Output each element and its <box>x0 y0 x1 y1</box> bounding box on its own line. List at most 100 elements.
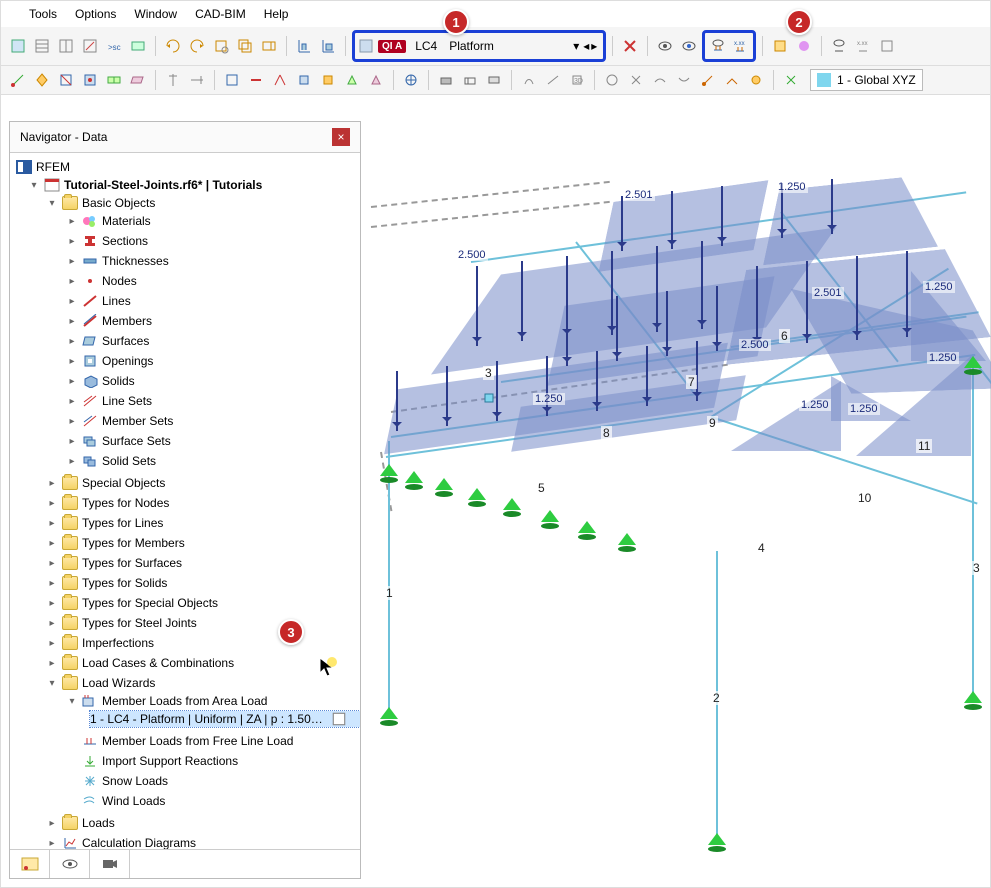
tool-btn[interactable] <box>828 35 850 57</box>
load-case-selector[interactable]: QI A LC4 Platform ▾ ◂ ▸ <box>352 30 606 62</box>
tree-item[interactable]: Member Sets <box>102 414 173 428</box>
tool-btn[interactable] <box>780 69 802 91</box>
tree-load-wizards[interactable]: Load Wizards <box>82 676 155 690</box>
tool-btn[interactable]: x.xx <box>852 35 874 57</box>
expand-icon[interactable]: ▾ <box>66 695 78 707</box>
nav-tab-camera-icon[interactable] <box>90 850 130 878</box>
tool-btn[interactable] <box>435 69 457 91</box>
tree-item[interactable]: Thicknesses <box>102 254 169 268</box>
show-load-values-icon[interactable] <box>707 35 729 57</box>
tool-btn[interactable] <box>55 69 77 91</box>
expand-icon[interactable]: ▸ <box>46 597 58 609</box>
expand-icon[interactable]: ▸ <box>46 497 58 509</box>
tree-item[interactable]: Sections <box>102 234 148 248</box>
tool-btn[interactable] <box>269 69 291 91</box>
expand-icon[interactable]: ▸ <box>66 335 78 347</box>
tree-item[interactable]: Types for Steel Joints <box>82 616 197 630</box>
tool-btn[interactable] <box>876 35 898 57</box>
expand-icon[interactable]: ▾ <box>46 197 58 209</box>
tool-btn[interactable] <box>162 35 184 57</box>
menu-cadbim[interactable]: CAD-BIM <box>195 7 246 21</box>
tree-basic-objects[interactable]: Basic Objects <box>82 196 155 210</box>
tool-btn[interactable] <box>745 69 767 91</box>
expand-icon[interactable]: ▸ <box>66 395 78 407</box>
show-load-arrows-icon[interactable]: x.xx <box>729 35 751 57</box>
expand-icon[interactable]: ▸ <box>66 295 78 307</box>
menu-tools[interactable]: Tools <box>29 7 57 21</box>
tool-btn[interactable] <box>55 35 77 57</box>
tool-btn[interactable] <box>221 69 243 91</box>
tool-btn[interactable] <box>186 35 208 57</box>
tree-item[interactable]: Types for Solids <box>82 576 167 590</box>
expand-icon[interactable]: ▸ <box>66 435 78 447</box>
edit-small-icon[interactable] <box>331 712 347 726</box>
tool-btn[interactable] <box>234 35 256 57</box>
eye-icon[interactable] <box>654 35 676 57</box>
tree-item[interactable]: Imperfections <box>82 636 154 650</box>
tree-item[interactable]: Solid Sets <box>102 454 156 468</box>
tool-btn[interactable]: 3D <box>566 69 588 91</box>
tree-item[interactable]: Surfaces <box>102 334 149 348</box>
tree-item[interactable]: Solids <box>102 374 135 388</box>
tool-btn[interactable] <box>31 69 53 91</box>
expand-icon[interactable]: ▸ <box>46 557 58 569</box>
tool-btn[interactable] <box>79 69 101 91</box>
expand-icon[interactable]: ▸ <box>46 657 58 669</box>
tool-btn[interactable] <box>210 35 232 57</box>
tree-item[interactable]: Surface Sets <box>102 434 171 448</box>
tool-btn[interactable] <box>31 35 53 57</box>
tool-btn[interactable] <box>769 35 791 57</box>
tree-item[interactable]: Load Cases & Combinations <box>82 656 234 670</box>
tree-item[interactable]: Types for Surfaces <box>82 556 182 570</box>
tree-item[interactable]: Lines <box>102 294 131 308</box>
expand-icon[interactable]: ▸ <box>66 415 78 427</box>
tree-item[interactable]: Materials <box>102 214 151 228</box>
tool-btn[interactable] <box>518 69 540 91</box>
expand-icon[interactable]: ▾ <box>28 179 40 191</box>
tree-item[interactable]: Snow Loads <box>102 774 168 788</box>
tree-root[interactable]: RFEM <box>36 160 70 174</box>
tool-btn[interactable] <box>542 69 564 91</box>
tree-item[interactable]: Wind Loads <box>102 794 165 808</box>
tool-btn[interactable] <box>697 69 719 91</box>
next-lc-icon[interactable]: ▸ <box>591 39 597 53</box>
expand-icon[interactable]: ▸ <box>66 455 78 467</box>
expand-icon[interactable]: ▸ <box>46 817 58 829</box>
tool-btn[interactable] <box>245 69 267 91</box>
expand-icon[interactable]: ▸ <box>66 375 78 387</box>
expand-icon[interactable]: ▸ <box>66 255 78 267</box>
expand-icon[interactable]: ▸ <box>46 577 58 589</box>
tool-btn[interactable] <box>649 69 671 91</box>
nav-tab-data-icon[interactable] <box>10 850 50 878</box>
coord-system-selector[interactable]: 1 - Global XYZ <box>810 69 923 91</box>
tree-item[interactable]: Openings <box>102 354 153 368</box>
tool-btn[interactable] <box>619 35 641 57</box>
tree-item[interactable]: Line Sets <box>102 394 152 408</box>
menu-help[interactable]: Help <box>264 7 289 21</box>
expand-icon[interactable]: ▾ <box>46 677 58 689</box>
model-viewport[interactable]: 2.501 1.250 2.500 2.501 1.250 2.500 1.25… <box>361 111 988 885</box>
prev-lc-icon[interactable]: ◂ <box>583 39 589 53</box>
tree-item[interactable]: Calculation Diagrams <box>82 836 196 849</box>
expand-icon[interactable]: ▸ <box>66 315 78 327</box>
tree-item[interactable]: Types for Nodes <box>82 496 169 510</box>
tool-btn[interactable] <box>7 35 29 57</box>
expand-icon[interactable]: ▸ <box>46 517 58 529</box>
tree-item[interactable]: Types for Lines <box>82 516 163 530</box>
tool-btn[interactable] <box>793 35 815 57</box>
tree-member-loads-area[interactable]: Member Loads from Area Load <box>102 694 267 708</box>
expand-icon[interactable]: ▸ <box>46 477 58 489</box>
menu-options[interactable]: Options <box>75 7 116 21</box>
tool-btn[interactable] <box>365 69 387 91</box>
nav-tab-views-icon[interactable] <box>50 850 90 878</box>
expand-icon[interactable]: ▸ <box>46 617 58 629</box>
tool-btn[interactable] <box>317 69 339 91</box>
navigator-close-icon[interactable]: × <box>332 128 350 146</box>
tool-btn[interactable] <box>186 69 208 91</box>
expand-icon[interactable]: ▸ <box>46 837 58 849</box>
expand-icon[interactable]: ▸ <box>66 215 78 227</box>
tool-btn[interactable] <box>483 69 505 91</box>
tool-btn[interactable] <box>721 69 743 91</box>
tool-btn[interactable] <box>293 69 315 91</box>
expand-icon[interactable]: ▸ <box>46 537 58 549</box>
